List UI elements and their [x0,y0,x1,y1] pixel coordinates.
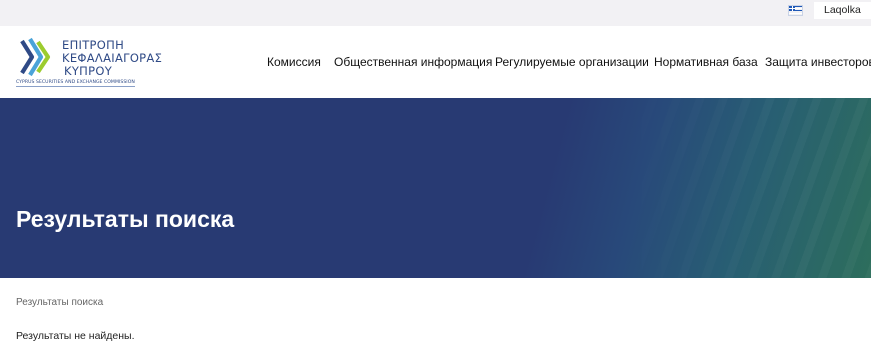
logo-text-line3: ΚΥΠΡΟΥ [64,64,113,78]
language-selector[interactable]: Laqolka [814,2,871,19]
cysec-logo[interactable]: ΕΠΙΤΡΟΠΗ ΚΕΦΑΛΑΙΑΓΟΡΑΣ ΚΥΠΡΟΥ CYPRUS SEC… [16,37,164,89]
page-banner: Результаты поиска [0,98,871,278]
nav-item-regulated-entities[interactable]: Регулируемые организации [495,55,649,69]
logo-chevrons-icon [20,37,51,77]
top-bar: Laqolka [0,0,871,26]
breadcrumb: Результаты поиска [16,297,104,308]
nav-item-legislation[interactable]: Нормативная база [654,55,758,69]
greek-flag-icon[interactable] [788,5,803,16]
nav-item-commission[interactable]: Комиссия [267,55,321,69]
site-header: ΕΠΙΤΡΟΠΗ ΚΕΦΑΛΑΙΑΓΟΡΑΣ ΚΥΠΡΟΥ CYPRUS SEC… [0,26,871,98]
logo-text-line2: ΚΕΦΑΛΑΙΑΓΟΡΑΣ [62,51,163,65]
no-results-message: Результаты не найдены. [16,330,135,342]
nav-item-public-information[interactable]: Общественная информация [334,55,492,69]
banner-decoration [611,98,871,278]
page-title: Результаты поиска [16,206,235,232]
logo-subtitle: CYPRUS SECURITIES AND EXCHANGE COMMISSIO… [16,80,135,87]
nav-item-investor-protection[interactable]: Защита инвесторов [765,55,871,69]
logo-text-line1: ΕΠΙΤΡΟΠΗ [62,38,125,52]
